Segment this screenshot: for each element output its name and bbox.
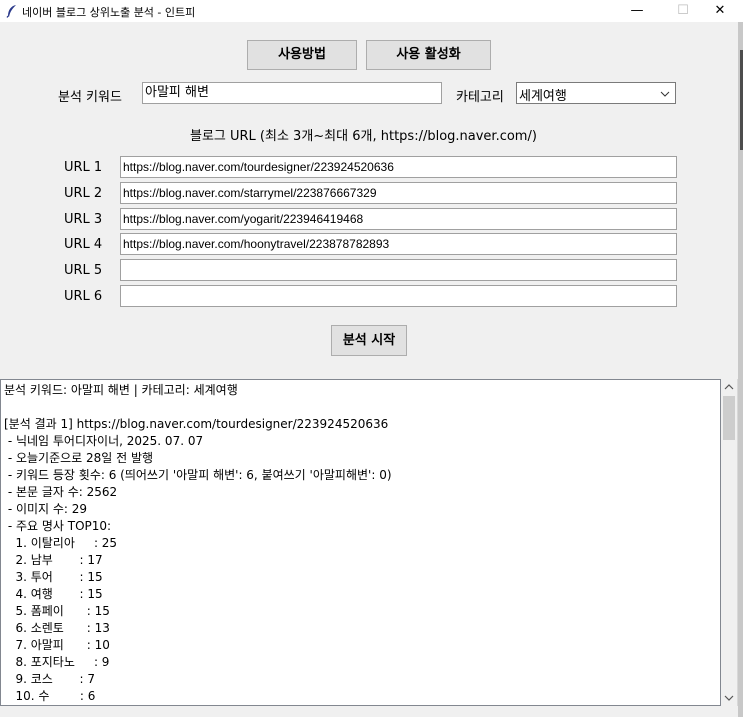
results-textarea[interactable]: 분석 키워드: 아말피 해변 | 카테고리: 세계여행 [분석 결과 1] ht… [0, 379, 721, 706]
result-line: 9. 코스 : 7 [4, 672, 95, 686]
result-line: - 이미지 수: 29 [4, 502, 88, 516]
result-line: [분석 결과 1] https://blog.naver.com/tourdes… [4, 417, 389, 431]
result-line: - 오늘기준으로 28일 전 발행 [4, 451, 154, 465]
result-line: - 키워드 등장 횟수: 6 (띄어쓰기 '아말피 해변': 6, 붙여쓰기 '… [4, 468, 392, 482]
result-line: 3. 투어 : 15 [4, 570, 103, 584]
results-scrollbar[interactable] [721, 379, 738, 706]
url-input-2[interactable]: https://blog.naver.com/starrymel/2238766… [120, 182, 677, 204]
feather-icon [6, 4, 18, 18]
result-line: 6. 소렌토 : 13 [4, 621, 110, 635]
scroll-down-icon[interactable] [721, 689, 737, 706]
category-label: 카테고리 [456, 90, 504, 105]
usage-button[interactable]: 사용방법 [247, 40, 357, 70]
start-analysis-button[interactable]: 분석 시작 [331, 325, 407, 356]
url-input-5[interactable] [120, 259, 677, 281]
url-label-1: URL 1 [64, 160, 103, 175]
result-line: 5. 폼페이 : 15 [4, 604, 110, 618]
result-line: 8. 포지타노 : 9 [4, 655, 110, 669]
keyword-input[interactable]: 아말피 해변 [142, 82, 442, 104]
keyword-label: 분석 키워드 [58, 90, 122, 105]
scroll-up-icon[interactable] [721, 379, 737, 396]
close-button[interactable]: ✕ [697, 0, 743, 22]
url-label-2: URL 2 [64, 186, 103, 201]
result-line: 2. 남부 : 17 [4, 553, 103, 567]
result-line: - 주요 명사 TOP10: [4, 519, 112, 533]
result-line: 분석 키워드: 아말피 해변 | 카테고리: 세계여행 [4, 383, 238, 397]
result-line: 1. 이탈리아 : 25 [4, 536, 118, 550]
url-section-header: 블로그 URL (최소 3개~최대 6개, https://blog.naver… [190, 129, 537, 144]
url-input-1[interactable]: https://blog.naver.com/tourdesigner/2239… [120, 156, 677, 178]
scroll-thumb[interactable] [723, 396, 735, 440]
url-label-3: URL 3 [64, 212, 103, 227]
url-input-4[interactable]: https://blog.naver.com/hoonytravel/22387… [120, 233, 677, 255]
category-select[interactable]: 세계여행 [516, 82, 676, 104]
url-input-3[interactable]: https://blog.naver.com/yogarit/223946419… [120, 208, 677, 230]
result-line: - 본문 글자 수: 2562 [4, 485, 118, 499]
url-label-6: URL 6 [64, 289, 103, 304]
window-title: 네이버 블로그 상위노출 분석 - 인트피 [22, 6, 196, 19]
url-label-5: URL 5 [64, 263, 103, 278]
result-line: 4. 여행 : 15 [4, 587, 103, 601]
title-bar: 네이버 블로그 상위노출 분석 - 인트피 — ☐ ✕ [0, 0, 743, 22]
activate-button[interactable]: 사용 활성화 [366, 40, 491, 70]
result-line [4, 399, 717, 416]
minimize-button[interactable]: — [614, 0, 660, 22]
url-input-6[interactable] [120, 285, 677, 307]
result-line: - 닉네임 투어디자이너, 2025. 07. 07 [4, 434, 204, 448]
category-selected-value: 세계여행 [519, 89, 567, 104]
results-text: 분석 키워드: 아말피 해변 | 카테고리: 세계여행 [분석 결과 1] ht… [1, 380, 720, 705]
result-line: 10. 수 : 6 [4, 689, 96, 703]
url-label-4: URL 4 [64, 237, 103, 252]
result-line: 7. 아말피 : 10 [4, 638, 110, 652]
chevron-down-icon[interactable] [660, 88, 670, 98]
